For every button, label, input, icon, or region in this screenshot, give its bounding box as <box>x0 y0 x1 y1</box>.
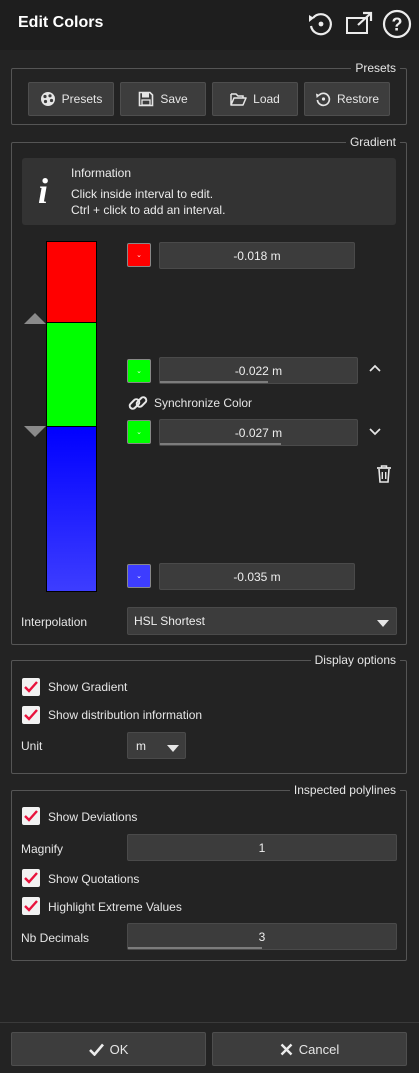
reset-icon[interactable] <box>305 9 335 39</box>
chevron-up-icon[interactable] <box>366 362 384 379</box>
folder-icon <box>230 92 247 106</box>
stop-4-value-field[interactable]: -0.035 m <box>159 563 355 590</box>
show-deviations-checkbox[interactable] <box>22 807 40 825</box>
info-icon: i <box>38 171 49 211</box>
window-title: Edit Colors <box>18 14 104 31</box>
color-swatch-stop-4[interactable]: ⌄ <box>127 564 151 588</box>
color-swatch-stop-1[interactable]: ⌄ <box>127 243 151 267</box>
restore-button[interactable]: Restore <box>304 82 390 116</box>
magnify-field[interactable]: 1 <box>127 834 397 861</box>
color-swatch-stop-2[interactable]: ⌄ <box>127 359 151 383</box>
display-options-legend: Display options <box>310 653 400 667</box>
ok-button-label: OK <box>109 1041 129 1057</box>
save-button-label: Save <box>160 92 188 106</box>
info-line-1: Click inside interval to edit. <box>71 187 214 201</box>
stop-1-value: -0.018 m <box>233 248 281 263</box>
stop-3-progress <box>160 443 281 445</box>
interpolation-select[interactable]: HSL Shortest <box>127 607 397 635</box>
load-button[interactable]: Load <box>212 82 298 116</box>
gradient-band-green[interactable] <box>47 323 96 426</box>
gradient-legend: Gradient <box>345 135 400 149</box>
gradient-band-blue[interactable] <box>47 427 96 591</box>
restore-icon <box>315 92 331 107</box>
presets-button[interactable]: Presets <box>28 82 114 116</box>
show-distribution-checkbox[interactable] <box>22 706 40 724</box>
color-swatch-stop-3[interactable]: ⌄ <box>127 420 151 444</box>
show-deviations-label[interactable]: Show Deviations <box>48 810 137 824</box>
checkmark-icon <box>24 681 38 693</box>
interval-handle-upper[interactable] <box>24 313 46 327</box>
restore-button-label: Restore <box>336 92 380 106</box>
presets-button-label: Presets <box>61 92 103 106</box>
inspected-polylines-legend: Inspected polylines <box>289 783 400 797</box>
popout-icon[interactable] <box>344 9 374 39</box>
save-button[interactable]: Save <box>120 82 206 116</box>
ok-button[interactable]: OK <box>11 1032 206 1066</box>
interval-handle-lower[interactable] <box>24 426 46 440</box>
link-icon[interactable] <box>127 392 149 417</box>
nb-decimals-label: Nb Decimals <box>21 931 90 945</box>
chevron-down-icon[interactable] <box>366 424 384 441</box>
magnify-label: Magnify <box>21 842 64 856</box>
checkmark-icon <box>24 810 38 822</box>
checkmark-icon <box>24 872 38 884</box>
show-gradient-label[interactable]: Show Gradient <box>48 680 127 694</box>
stop-2-value: -0.022 m <box>234 363 283 378</box>
magnify-value: 1 <box>258 840 266 855</box>
show-quotations-checkbox[interactable] <box>22 869 40 887</box>
checkmark-icon <box>24 709 38 721</box>
info-title: Information <box>71 166 132 180</box>
cancel-button[interactable]: Cancel <box>212 1032 407 1066</box>
stop-3-value: -0.027 m <box>234 425 283 440</box>
load-button-label: Load <box>253 92 280 106</box>
highlight-extreme-label[interactable]: Highlight Extreme Values <box>48 900 182 914</box>
checkmark-icon <box>24 900 38 912</box>
dropdown-arrow-icon <box>167 742 179 756</box>
svg-text:?: ? <box>392 15 403 35</box>
nb-decimals-value: 3 <box>258 929 266 944</box>
cancel-button-label: Cancel <box>298 1041 340 1057</box>
interpolation-value: HSL Shortest <box>134 614 205 628</box>
show-quotations-label[interactable]: Show Quotations <box>48 872 139 886</box>
stop-1-value-field[interactable]: -0.018 m <box>159 242 355 269</box>
stop-4-value: -0.035 m <box>233 569 281 584</box>
unit-value: m <box>136 738 146 753</box>
dropdown-arrow-icon <box>377 617 389 631</box>
highlight-extreme-checkbox[interactable] <box>22 897 40 915</box>
synchronize-color-label[interactable]: Synchronize Color <box>154 396 252 410</box>
help-icon[interactable]: ? <box>381 8 412 39</box>
footer-divider <box>0 1022 419 1023</box>
stop-2-progress <box>160 381 268 383</box>
show-gradient-checkbox[interactable] <box>22 678 40 696</box>
nb-decimals-progress <box>128 947 262 949</box>
show-distribution-label[interactable]: Show distribution information <box>48 708 202 722</box>
x-icon <box>280 1043 293 1055</box>
check-icon <box>88 1043 104 1056</box>
interpolation-label: Interpolation <box>21 615 88 629</box>
palette-icon <box>40 92 55 106</box>
stop-3-value-field[interactable]: -0.027 m <box>159 419 358 446</box>
stop-2-value-field[interactable]: -0.022 m <box>159 357 358 384</box>
nb-decimals-field[interactable]: 3 <box>127 923 397 950</box>
gradient-band-red[interactable] <box>47 242 96 322</box>
info-line-2: Ctrl + click to add an interval. <box>71 203 226 217</box>
presets-legend: Presets <box>351 61 400 75</box>
unit-label: Unit <box>21 739 43 753</box>
trash-icon[interactable] <box>375 464 393 487</box>
floppy-icon <box>139 91 154 107</box>
